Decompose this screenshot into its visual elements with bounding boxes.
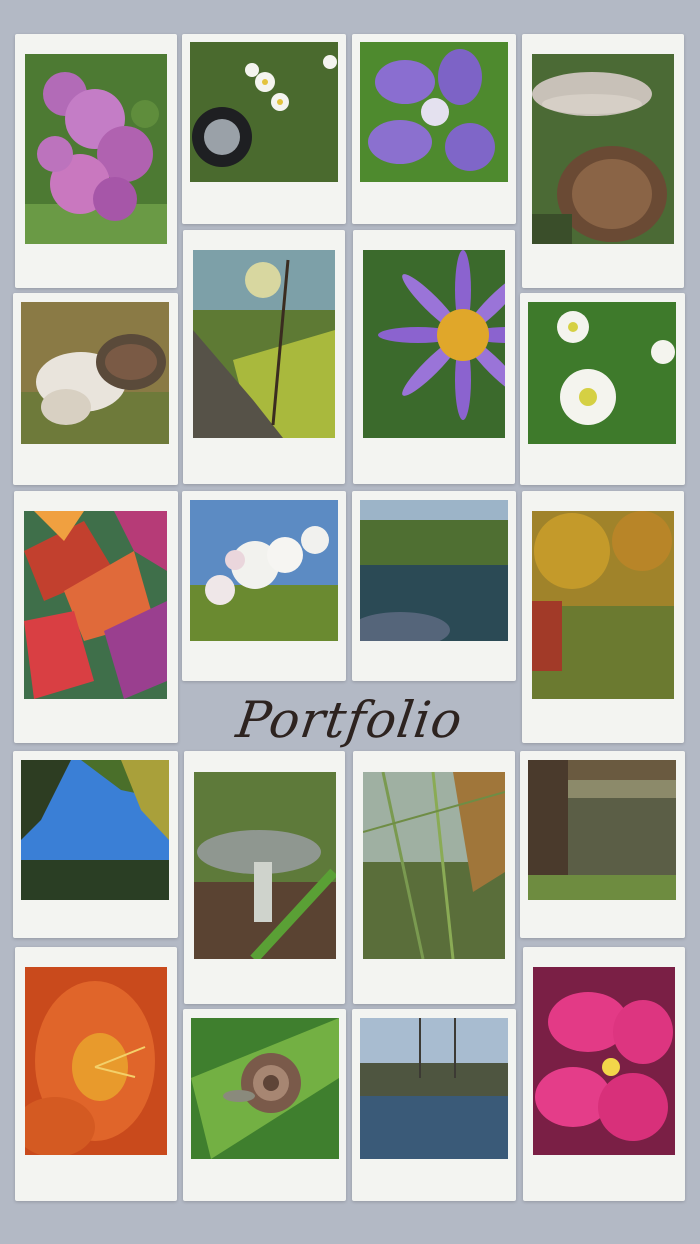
portfolio-title: Portfolio [233, 691, 467, 749]
polaroid-stump [520, 751, 685, 938]
polaroid-lilac [15, 34, 177, 288]
polaroid-garden-path [183, 230, 345, 484]
photo-sky [21, 760, 169, 900]
photo-aster [363, 250, 505, 438]
polaroid-milkweed [13, 293, 178, 485]
photo-garden-path [193, 250, 335, 438]
polaroid-white-flower [520, 293, 685, 485]
polaroid-autumn-garden [522, 491, 684, 743]
polaroid-sumac [14, 491, 178, 743]
photo-sumac [24, 511, 167, 699]
photo-lilac [25, 54, 167, 244]
polaroid-snail [183, 1009, 346, 1201]
polaroid-daylily [15, 947, 177, 1201]
photo-daisy-lens [190, 42, 338, 182]
polaroid-apple-blossom [182, 491, 346, 681]
photo-reeds [363, 772, 505, 959]
photo-evening-pond [360, 1018, 508, 1159]
photo-mushroom [194, 772, 336, 959]
polaroid-pink-violet [523, 947, 685, 1201]
photo-milkweed [21, 302, 169, 444]
polaroid-sky [13, 751, 178, 938]
photo-pond [360, 500, 508, 641]
polaroid-pond [352, 491, 516, 681]
photo-apple-blossom [190, 500, 338, 641]
photo-snail [191, 1018, 339, 1159]
polaroid-aster [353, 230, 515, 484]
polaroid-pinecone [522, 34, 684, 288]
photo-autumn-garden [532, 511, 674, 699]
photo-daylily [25, 967, 167, 1155]
polaroid-mushroom [184, 751, 345, 1004]
polaroid-evening-pond [352, 1009, 516, 1201]
photo-pink-violet [533, 967, 675, 1155]
polaroid-reeds [353, 751, 515, 1004]
photo-pinecone [532, 54, 674, 244]
polaroid-violet [352, 34, 516, 224]
polaroid-daisy-lens [182, 34, 346, 224]
title-banner: Portfolio [180, 680, 520, 760]
photo-violet [360, 42, 508, 182]
photo-stump [528, 760, 676, 900]
photo-white-flower [528, 302, 676, 444]
